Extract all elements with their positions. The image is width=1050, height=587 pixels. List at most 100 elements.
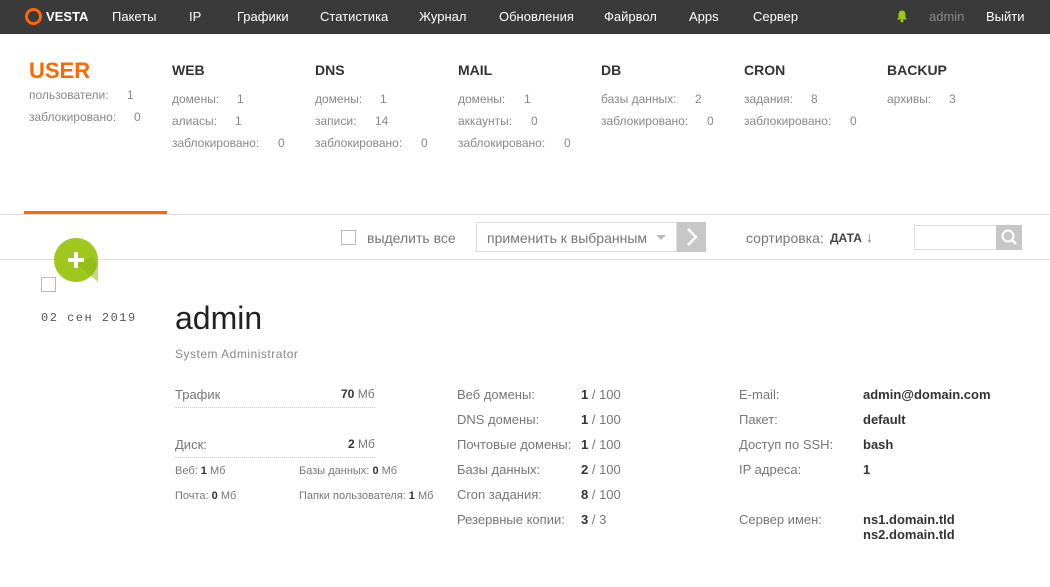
stat-label: домены:: [458, 92, 506, 106]
disk-label: Диск:: [175, 437, 207, 452]
nav-statistics[interactable]: Статистика: [320, 9, 388, 24]
nav-graphs[interactable]: Графики: [237, 9, 289, 24]
limit-label: Веб домены:: [457, 387, 535, 402]
nav-updates[interactable]: Обновления: [499, 9, 574, 24]
stat-label: архивы:: [887, 92, 932, 106]
nav-firewall[interactable]: Файрвол: [604, 9, 657, 24]
stat-label: записи:: [315, 114, 357, 128]
disk-mail: Почта: 0 Мб: [175, 490, 237, 502]
disk-value: 2 Мб: [348, 437, 375, 451]
stat-value: 0: [707, 114, 714, 128]
stats-cron[interactable]: CRON задания: 8 заблокировано: 0: [744, 62, 857, 136]
stats-mail[interactable]: MAIL домены: 1 аккаунты: 0 заблокировано: 0: [458, 62, 571, 158]
traffic-value: 70 Мб: [341, 387, 375, 401]
logo-text: VESTA: [46, 9, 89, 24]
stats-web[interactable]: WEB домены: 1 алиасы: 1 заблокировано: 0: [172, 62, 285, 158]
bulk-action-placeholder: применить к выбранным: [487, 230, 648, 246]
nav-log[interactable]: Журнал: [419, 9, 466, 24]
stats-user[interactable]: USER пользователи: 1 заблокировано: 0: [29, 58, 141, 132]
stat-label: задания:: [744, 92, 794, 106]
stat-label: заблокировано:: [315, 136, 403, 150]
nav-packages[interactable]: Пакеты: [112, 9, 157, 24]
stats-backup[interactable]: BACKUP архивы: 3: [887, 62, 956, 114]
logout-link[interactable]: Выйти: [986, 9, 1025, 24]
limit-value: 1 / 100: [581, 437, 621, 452]
stats-backup-title: BACKUP: [887, 62, 947, 78]
ssh-label: Доступ по SSH:: [739, 437, 834, 452]
nav-ip[interactable]: IP: [189, 9, 201, 24]
select-all-label[interactable]: выделить все: [367, 230, 456, 246]
add-user-button[interactable]: [54, 238, 98, 282]
stats-db[interactable]: DB базы данных: 2 заблокировано: 0: [601, 62, 714, 136]
plus-icon: [68, 252, 98, 282]
limit-value: 8 / 100: [581, 487, 621, 502]
email-label: E-mail:: [739, 387, 780, 402]
stat-value: 0: [134, 110, 141, 124]
stats-dns[interactable]: DNS домены: 1 записи: 14 заблокировано: 0: [315, 62, 428, 158]
sort-value[interactable]: ДАТА: [830, 231, 862, 245]
stats-db-title: DB: [601, 62, 622, 78]
search-input[interactable]: [914, 225, 997, 250]
user-role: System Administrator: [175, 347, 299, 361]
top-navbar: VESTA Пакеты IP Графики Статистика Журна…: [0, 0, 1050, 34]
stat-label: домены:: [315, 92, 363, 106]
limit-label: Cron задания:: [457, 487, 542, 502]
stat-value: 1: [380, 92, 387, 106]
user-name[interactable]: admin: [175, 300, 262, 337]
divider: [175, 407, 375, 408]
stat-label: аккаунты:: [458, 114, 513, 128]
stats-web-title: WEB: [172, 62, 205, 78]
package-label: Пакет:: [739, 412, 778, 427]
ssh-value: bash: [863, 437, 894, 452]
chevron-right-icon: [687, 228, 698, 246]
disk-web: Веб: 1 Мб: [175, 465, 226, 477]
bell-icon[interactable]: [896, 10, 908, 23]
record-date: 02 сен 2019: [41, 311, 137, 325]
disk-user-dirs: Папки пользователя: 1 Мб: [299, 490, 434, 502]
stat-label: заблокировано:: [458, 136, 546, 150]
nav-server[interactable]: Сервер: [753, 9, 798, 24]
divider: [175, 457, 375, 458]
limit-value: 2 / 100: [581, 462, 621, 477]
nav-apps[interactable]: Apps: [689, 9, 719, 24]
row-checkbox[interactable]: [41, 277, 56, 292]
email-value: admin@domain.com: [863, 387, 991, 402]
stat-label: заблокировано:: [172, 136, 260, 150]
stat-label: базы данных:: [601, 92, 677, 106]
limit-label: Базы данных:: [457, 462, 541, 477]
ip-value: 1: [863, 462, 871, 477]
apply-button[interactable]: [677, 222, 706, 252]
stat-label: заблокировано:: [29, 110, 117, 124]
sort-direction-icon[interactable]: ↓: [866, 229, 873, 245]
chevron-down-icon: [656, 235, 666, 240]
user-link[interactable]: admin: [929, 9, 964, 24]
limit-value: 1 / 100: [581, 387, 621, 402]
stat-value: 1: [235, 114, 242, 128]
select-all-checkbox[interactable]: [341, 230, 356, 245]
limit-label: Резервные копии:: [457, 512, 565, 527]
divider: [0, 259, 1050, 260]
stats-dns-title: DNS: [315, 62, 345, 78]
stat-value: 3: [949, 92, 956, 106]
stat-label: домены:: [172, 92, 220, 106]
limit-value: 3 / 3: [581, 512, 607, 527]
stat-value: 1: [237, 92, 244, 106]
disk-db: Базы данных: 0 Мб: [299, 465, 398, 477]
bulk-action-select[interactable]: применить к выбранным: [476, 222, 677, 252]
stats-mail-title: MAIL: [458, 62, 493, 78]
search-icon: [1001, 229, 1017, 245]
stat-value: 14: [375, 114, 389, 128]
nameserver-label: Сервер имен:: [739, 512, 822, 527]
stat-value: 0: [850, 114, 857, 128]
stat-label: пользователи:: [29, 88, 109, 102]
sort-label: сортировка:: [746, 230, 824, 246]
nameserver-1: ns1.domain.tld: [863, 512, 955, 527]
stats-cron-title: CRON: [744, 62, 786, 78]
stat-value: 0: [278, 136, 285, 150]
divider: [0, 214, 1050, 215]
stat-value: 0: [421, 136, 428, 150]
vesta-logo[interactable]: VESTA: [25, 8, 88, 25]
stat-value: 1: [127, 88, 134, 102]
limit-label: Почтовые домены:: [457, 437, 572, 452]
search-button[interactable]: [996, 225, 1022, 250]
